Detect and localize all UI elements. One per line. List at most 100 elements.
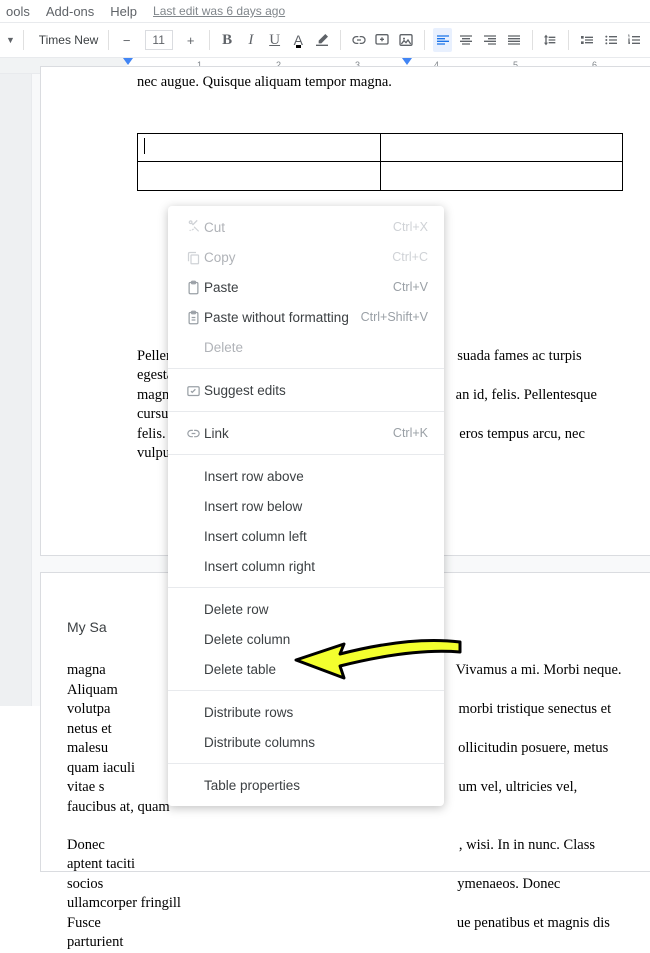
menu-item-insert-row-above[interactable]: Insert row above bbox=[168, 461, 444, 491]
menu-label: Delete table bbox=[204, 662, 428, 677]
separator bbox=[108, 30, 109, 50]
menu-separator bbox=[168, 454, 444, 455]
menu-separator bbox=[168, 368, 444, 369]
table-row[interactable] bbox=[138, 162, 622, 190]
menu-item-delete-table[interactable]: Delete table bbox=[168, 654, 444, 684]
context-menu: Cut Ctrl+X Copy Ctrl+C Paste Ctrl+V Past… bbox=[168, 206, 444, 806]
first-line-indent-marker[interactable] bbox=[123, 58, 133, 65]
vertical-ruler[interactable] bbox=[0, 74, 32, 706]
menu-label: Insert column right bbox=[204, 559, 428, 574]
menu-item-distribute-columns[interactable]: Distribute columns bbox=[168, 727, 444, 757]
menu-item-link[interactable]: Link Ctrl+K bbox=[168, 418, 444, 448]
menu-label: Delete column bbox=[204, 632, 428, 647]
menu-item-insert-row-below[interactable]: Insert row below bbox=[168, 491, 444, 521]
menu-shortcut: Ctrl+C bbox=[392, 250, 428, 264]
menu-addons[interactable]: Add-ons bbox=[46, 4, 94, 19]
align-justify-button[interactable] bbox=[504, 28, 524, 52]
menu-label: Delete row bbox=[204, 602, 428, 617]
font-size-decrease[interactable]: − bbox=[117, 28, 137, 52]
menu-item-cut[interactable]: Cut Ctrl+X bbox=[168, 212, 444, 242]
menu-shortcut: Ctrl+X bbox=[393, 220, 428, 234]
text-color-button[interactable]: A bbox=[288, 28, 308, 52]
table-cell[interactable] bbox=[138, 162, 381, 190]
text-cursor bbox=[144, 138, 145, 154]
menu-label: Distribute rows bbox=[204, 705, 428, 720]
font-family-dropdown[interactable]: Times New… ▼ bbox=[32, 28, 100, 52]
cut-icon bbox=[182, 219, 204, 235]
separator bbox=[209, 30, 210, 50]
menu-item-paste[interactable]: Paste Ctrl+V bbox=[168, 272, 444, 302]
toolbar: ▼ Times New… ▼ − 11 + B I U A bbox=[0, 22, 650, 58]
menu-label: Link bbox=[204, 426, 393, 441]
menu-item-table-properties[interactable]: Table properties bbox=[168, 770, 444, 800]
suggest-icon bbox=[182, 383, 204, 398]
menu-item-paste-without-formatting[interactable]: Paste without formatting Ctrl+Shift+V bbox=[168, 302, 444, 332]
paste-icon bbox=[182, 280, 204, 295]
font-size-increase[interactable]: + bbox=[181, 28, 201, 52]
table-row[interactable] bbox=[138, 134, 622, 162]
menu-shortcut: Ctrl+Shift+V bbox=[361, 310, 428, 324]
menu-item-suggest-edits[interactable]: Suggest edits bbox=[168, 375, 444, 405]
link-icon bbox=[182, 426, 204, 441]
insert-link-button[interactable] bbox=[349, 28, 369, 52]
line-spacing-button[interactable] bbox=[540, 28, 560, 52]
font-size-input[interactable]: 11 bbox=[145, 30, 173, 50]
separator bbox=[568, 30, 569, 50]
menu-shortcut: Ctrl+V bbox=[393, 280, 428, 294]
menu-label: Paste bbox=[204, 280, 393, 295]
align-center-button[interactable] bbox=[456, 28, 476, 52]
insert-image-button[interactable] bbox=[396, 28, 416, 52]
menu-label: Cut bbox=[204, 220, 393, 235]
menu-separator bbox=[168, 763, 444, 764]
menu-label: Insert row above bbox=[204, 469, 428, 484]
menu-label: Paste without formatting bbox=[204, 310, 361, 325]
separator bbox=[340, 30, 341, 50]
paragraph[interactable]: Donec, wisi. In in nunc. Class aptent ta… bbox=[41, 818, 650, 953]
table-cell[interactable] bbox=[138, 134, 381, 161]
menu-label: Insert column left bbox=[204, 529, 428, 544]
last-edit-status[interactable]: Last edit was 6 days ago bbox=[153, 4, 285, 18]
menu-bar: ools Add-ons Help Last edit was 6 days a… bbox=[0, 0, 650, 22]
align-right-button[interactable] bbox=[480, 28, 500, 52]
menu-item-insert-column-right[interactable]: Insert column right bbox=[168, 551, 444, 581]
align-left-button[interactable] bbox=[433, 28, 453, 52]
font-family-label: Times New… bbox=[39, 33, 100, 47]
separator bbox=[424, 30, 425, 50]
menu-separator bbox=[168, 587, 444, 588]
separator bbox=[532, 30, 533, 50]
styles-dropdown[interactable]: ▼ bbox=[6, 35, 15, 45]
paragraph[interactable]: nec augue. Quisque aliquam tempor magna. bbox=[41, 67, 650, 93]
table-cell[interactable] bbox=[381, 162, 623, 190]
menu-label: Delete bbox=[204, 340, 428, 355]
menu-help[interactable]: Help bbox=[110, 4, 137, 19]
menu-label: Table properties bbox=[204, 778, 428, 793]
document-canvas[interactable]: nec augue. Quisque aliquam tempor magna.… bbox=[0, 74, 650, 706]
menu-item-copy[interactable]: Copy Ctrl+C bbox=[168, 242, 444, 272]
bold-button[interactable]: B bbox=[217, 28, 237, 52]
highlight-color-button[interactable] bbox=[312, 28, 332, 52]
column-marker[interactable] bbox=[402, 58, 412, 65]
copy-icon bbox=[182, 250, 204, 265]
checklist-button[interactable] bbox=[577, 28, 597, 52]
insert-comment-button[interactable] bbox=[372, 28, 392, 52]
underline-button[interactable]: U bbox=[265, 28, 285, 52]
menu-label: Insert row below bbox=[204, 499, 428, 514]
bulleted-list-button[interactable] bbox=[601, 28, 621, 52]
menu-tools[interactable]: ools bbox=[6, 4, 30, 19]
table-cell[interactable] bbox=[381, 134, 623, 161]
separator bbox=[23, 30, 24, 50]
menu-item-insert-column-left[interactable]: Insert column left bbox=[168, 521, 444, 551]
numbered-list-button[interactable] bbox=[624, 28, 644, 52]
table[interactable] bbox=[137, 133, 623, 191]
menu-shortcut: Ctrl+K bbox=[393, 426, 428, 440]
menu-item-delete[interactable]: Delete bbox=[168, 332, 444, 362]
menu-item-distribute-rows[interactable]: Distribute rows bbox=[168, 697, 444, 727]
menu-item-delete-row[interactable]: Delete row bbox=[168, 594, 444, 624]
menu-item-delete-column[interactable]: Delete column bbox=[168, 624, 444, 654]
menu-separator bbox=[168, 690, 444, 691]
paste-plain-icon bbox=[182, 310, 204, 325]
italic-button[interactable]: I bbox=[241, 28, 261, 52]
menu-label: Suggest edits bbox=[204, 383, 428, 398]
menu-label: Distribute columns bbox=[204, 735, 428, 750]
menu-label: Copy bbox=[204, 250, 392, 265]
